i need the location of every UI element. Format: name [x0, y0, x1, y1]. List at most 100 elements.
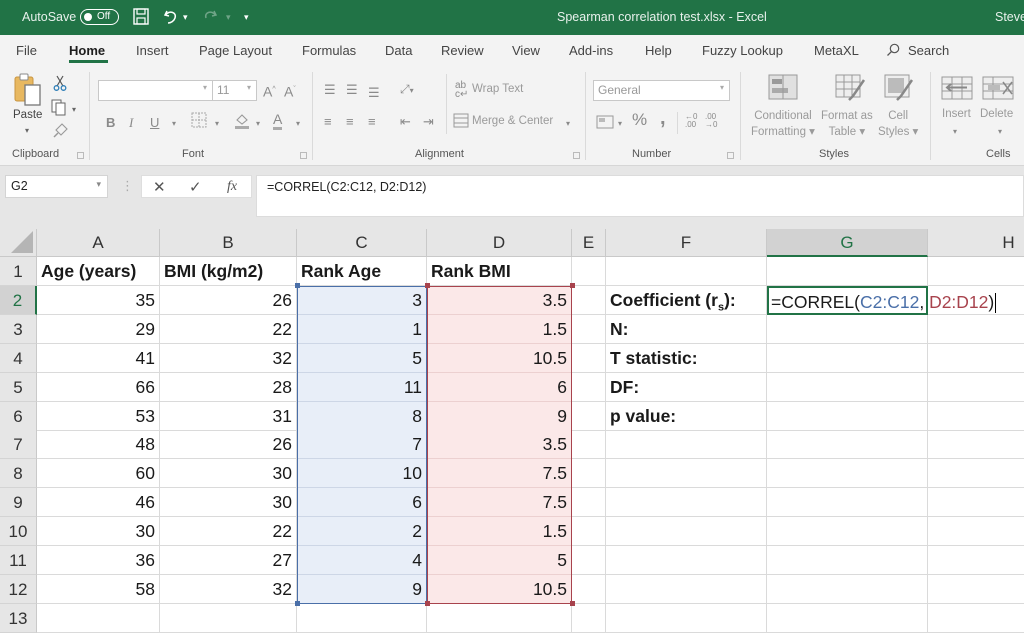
paste-icon[interactable]	[13, 73, 43, 111]
cell-h4[interactable]	[928, 344, 1024, 373]
table-cell[interactable]: 27	[160, 546, 297, 575]
number-launcher-icon[interactable]	[727, 152, 734, 159]
select-all-button[interactable]	[0, 229, 37, 257]
range-resize-handle[interactable]	[294, 601, 300, 607]
formula-bar-resize-handle[interactable]: ⋮	[121, 178, 134, 194]
table-cell[interactable]: 7.5	[427, 488, 572, 518]
tab-add-ins[interactable]: Add-ins	[569, 43, 613, 58]
column-header-g[interactable]: G	[767, 229, 928, 257]
alignment-launcher-icon[interactable]	[573, 152, 580, 159]
column-header-c[interactable]: C	[297, 229, 427, 257]
tab-insert[interactable]: Insert	[136, 43, 169, 58]
paste-dropdown-icon[interactable]: ▾	[25, 123, 29, 139]
cell-g7[interactable]	[767, 430, 928, 460]
font-launcher-icon[interactable]	[300, 152, 307, 159]
name-box[interactable]: G2 ▾	[5, 175, 108, 198]
cell-h6[interactable]	[928, 402, 1024, 431]
align-center-icon[interactable]: ≡	[346, 114, 354, 130]
table-cell[interactable]: 58	[37, 574, 160, 604]
accounting-format-icon[interactable]	[596, 115, 614, 133]
row-header-10[interactable]: 10	[0, 517, 37, 547]
table-cell[interactable]: 35	[37, 285, 160, 315]
insert-dropdown-icon[interactable]: ▾	[953, 124, 957, 140]
table-cell[interactable]: 9	[297, 574, 427, 604]
active-cell-g2[interactable]: =CORREL(C2:C12, D2:D12)	[767, 285, 997, 315]
align-middle-icon[interactable]: ☰	[346, 82, 358, 98]
table-cell[interactable]: 36	[37, 546, 160, 575]
cell-g9[interactable]	[767, 488, 928, 518]
cell-f8[interactable]	[606, 459, 767, 489]
save-icon[interactable]	[133, 8, 149, 26]
table-cell[interactable]: 7.5	[427, 459, 572, 489]
cell-g12[interactable]	[767, 574, 928, 604]
format-painter-icon[interactable]	[53, 122, 69, 142]
table-header-b[interactable]: BMI (kg/m2)	[160, 257, 297, 286]
cell-e6[interactable]	[572, 401, 606, 431]
table-header-c[interactable]: Rank Age	[297, 257, 427, 286]
cell-e11[interactable]	[572, 546, 606, 575]
cell-g10[interactable]	[767, 517, 928, 547]
table-cell[interactable]: 28	[160, 372, 297, 402]
accounting-dropdown-icon[interactable]: ▾	[618, 116, 622, 132]
font-size-select[interactable]: 11 ▾	[212, 80, 257, 101]
cell-h3[interactable]	[928, 315, 1024, 344]
table-cell[interactable]: 32	[160, 574, 297, 604]
range-resize-handle[interactable]	[569, 601, 575, 607]
merge-center-button[interactable]: Merge & Center	[472, 115, 553, 127]
formula-input[interactable]: =CORREL(C2:C12, D2:D12)	[256, 175, 1024, 217]
decrease-indent-icon[interactable]: ⇤	[400, 114, 411, 130]
table-cell[interactable]: 41	[37, 343, 160, 373]
table-cell[interactable]: 30	[160, 459, 297, 489]
font-color-dropdown-icon[interactable]: ▾	[296, 116, 300, 132]
table-cell[interactable]: 6	[427, 372, 572, 402]
merge-center-icon[interactable]	[453, 113, 469, 132]
align-bottom-icon[interactable]: ☰	[368, 85, 380, 101]
font-name-select[interactable]: ▾	[98, 80, 213, 101]
enter-icon[interactable]: ✓	[189, 178, 202, 196]
row-header-9[interactable]: 9	[0, 488, 37, 518]
table-cell[interactable]: 3.5	[427, 430, 572, 460]
search-icon[interactable]	[886, 43, 900, 60]
format-as-table-button[interactable]: Format as Table ▾	[821, 108, 873, 140]
cell-e2[interactable]	[572, 285, 606, 315]
cell-h9[interactable]	[928, 488, 1024, 518]
table-cell[interactable]: 1.5	[427, 517, 572, 547]
range-resize-handle[interactable]	[569, 283, 575, 289]
wrap-text-icon[interactable]: ab c↵	[455, 81, 468, 100]
wrap-text-button[interactable]: Wrap Text	[472, 83, 523, 95]
cell-styles-icon[interactable]	[884, 74, 914, 106]
cell-e13[interactable]	[572, 603, 606, 633]
borders-icon[interactable]	[191, 112, 207, 132]
paste-button[interactable]: Paste	[13, 109, 42, 121]
table-cell[interactable]: 3.5	[427, 285, 572, 315]
cell-f10[interactable]	[606, 517, 767, 547]
table-cell[interactable]: 30	[37, 517, 160, 547]
column-header-e[interactable]: E	[572, 229, 606, 257]
tab-page-layout[interactable]: Page Layout	[199, 43, 272, 58]
table-cell[interactable]: 22	[160, 517, 297, 547]
row-header-6[interactable]: 6	[0, 401, 37, 431]
table-cell[interactable]: 53	[37, 401, 160, 431]
cut-icon[interactable]	[53, 75, 67, 95]
table-cell[interactable]: 7	[297, 430, 427, 460]
cell-h1[interactable]	[928, 257, 1024, 286]
cell-e10[interactable]	[572, 517, 606, 547]
cell-h12[interactable]	[928, 575, 1024, 604]
align-right-icon[interactable]: ≡	[368, 114, 376, 130]
delete-dropdown-icon[interactable]: ▾	[998, 124, 1002, 140]
tab-fuzzy-lookup[interactable]: Fuzzy Lookup	[702, 43, 783, 58]
cell-e7[interactable]	[572, 430, 606, 460]
user-name[interactable]: Steve	[995, 10, 1024, 24]
fill-color-dropdown-icon[interactable]: ▾	[256, 116, 260, 132]
decrease-font-size-icon[interactable]: Aˇ	[284, 82, 296, 100]
cell-h5[interactable]	[928, 373, 1024, 402]
row-header-4[interactable]: 4	[0, 343, 37, 373]
cell-g11[interactable]	[767, 546, 928, 575]
align-top-icon[interactable]: ☰	[324, 82, 336, 98]
underline-dropdown-icon[interactable]: ▾	[172, 116, 176, 132]
stat-label[interactable]: T statistic:	[606, 343, 767, 373]
tab-file[interactable]: File	[16, 43, 37, 58]
row-header-13[interactable]: 13	[0, 603, 37, 633]
cell-e12[interactable]	[572, 574, 606, 604]
table-header-a[interactable]: Age (years)	[37, 257, 160, 286]
